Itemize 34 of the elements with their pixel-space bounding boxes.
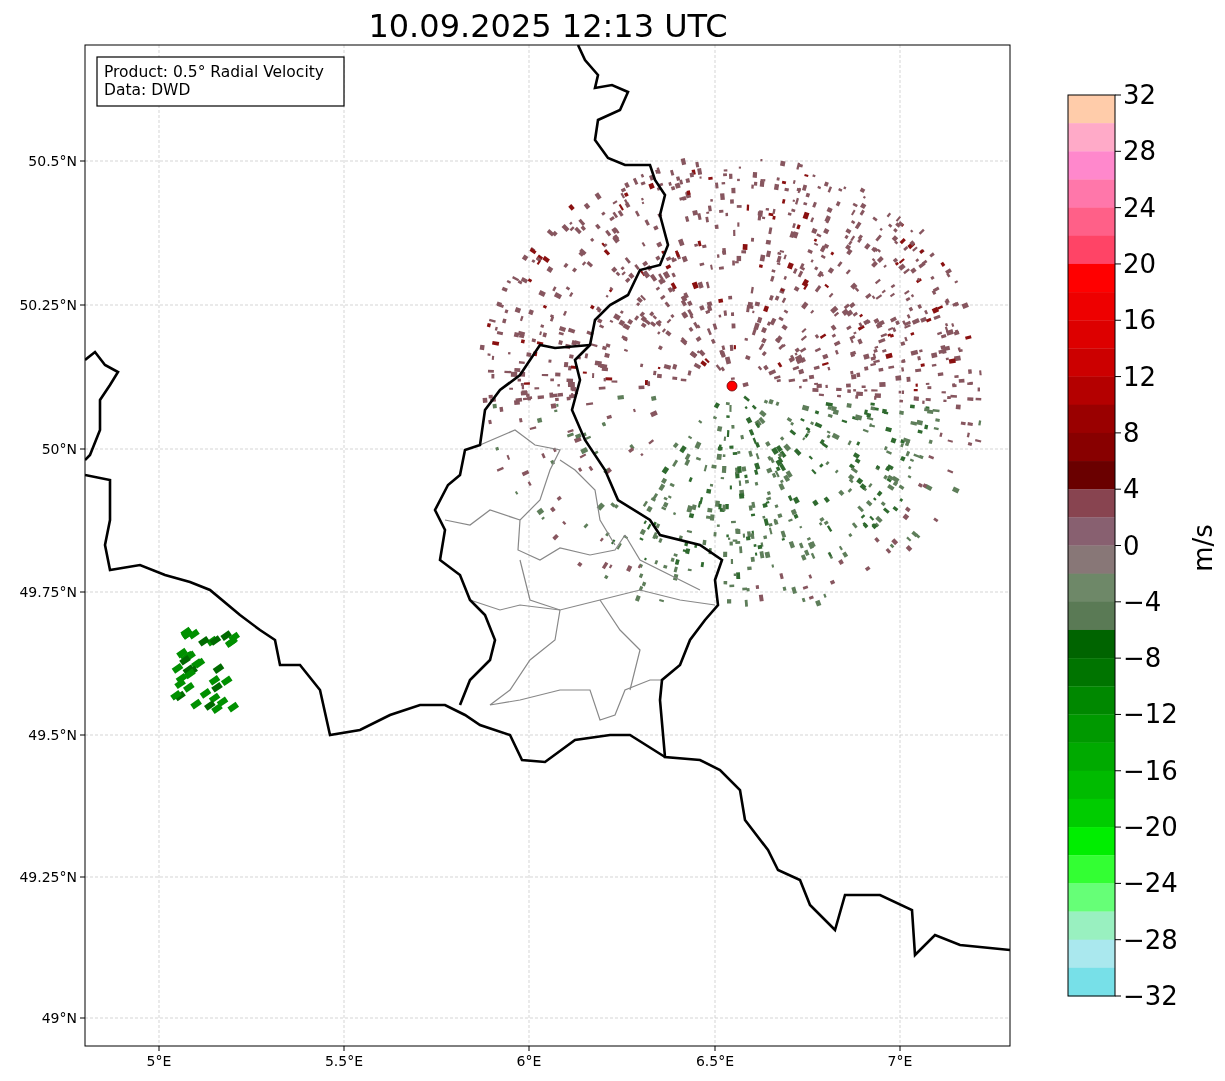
colorbar-tick-label: 0 — [1123, 530, 1140, 561]
longitude-label: 6.5°E — [695, 1053, 735, 1069]
latitude-label: 50.25°N — [19, 297, 77, 313]
colorbar-tick-label: 28 — [1123, 136, 1157, 167]
colorbar-tick-label: 16 — [1123, 305, 1157, 336]
colorbar-tick-label: −12 — [1123, 699, 1178, 730]
latitude-label: 49°N — [41, 1010, 77, 1026]
colorbar-tick-label: 12 — [1123, 361, 1157, 392]
colorbar-tick-label: 8 — [1123, 417, 1140, 448]
colorbar-tick-label: −28 — [1123, 924, 1178, 955]
longitude-label: 6°E — [516, 1053, 542, 1069]
info-text: Data: DWD — [104, 81, 191, 99]
latitude-label: 49.75°N — [19, 584, 77, 600]
latitude-label: 49.25°N — [19, 869, 77, 885]
colorbar-tick-label: 20 — [1123, 248, 1157, 279]
info-text: Product: 0.5° Radial Velocity — [104, 63, 324, 81]
colorbar-tick-label: −32 — [1123, 981, 1178, 1011]
colorbar-tick-label: −20 — [1123, 812, 1178, 843]
longitude-label: 5°E — [146, 1053, 172, 1069]
radar-site-marker — [726, 380, 738, 392]
chart-title: 10.09.2025 12:13 UTC — [368, 7, 728, 45]
colorbar-tick-label: −4 — [1123, 586, 1162, 617]
colorbar-tick-label: −24 — [1123, 868, 1178, 899]
colorbar-tick-label: 32 — [1123, 80, 1157, 110]
latitude-label: 50.5°N — [28, 153, 77, 169]
longitude-label: 5.5°E — [324, 1053, 364, 1069]
colorbar-tick-label: −16 — [1123, 755, 1178, 786]
colorbar-label: m/s — [1188, 524, 1218, 572]
longitude-label: 7°E — [887, 1053, 913, 1069]
latitude-label: 50°N — [41, 441, 77, 457]
colorbar-tick-label: −8 — [1123, 643, 1162, 674]
colorbar-tick-label: 4 — [1123, 474, 1140, 505]
latitude-label: 49.5°N — [28, 727, 77, 743]
colorbar-tick-label: 24 — [1123, 192, 1157, 223]
